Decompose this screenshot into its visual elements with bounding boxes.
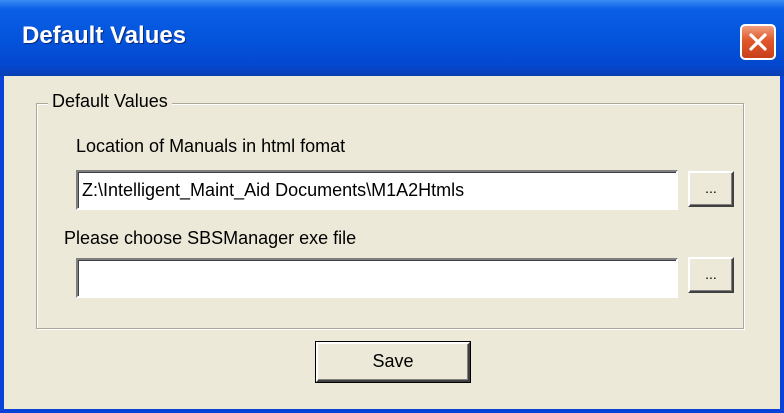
manuals-browse-button[interactable]: ... — [688, 171, 734, 207]
window-title: Default Values — [22, 22, 187, 49]
title-bar[interactable]: Default Values — [0, 0, 784, 76]
manuals-location-label: Location of Manuals in html fomat — [76, 136, 346, 156]
manuals-location-input[interactable] — [76, 170, 678, 210]
close-button[interactable] — [740, 24, 776, 60]
sbsmanager-label: Please choose SBSManager exe file — [64, 228, 357, 248]
close-icon — [749, 33, 767, 51]
sbsmanager-browse-button[interactable]: ... — [688, 257, 734, 293]
save-button[interactable]: Save — [315, 341, 471, 383]
sbsmanager-path-input[interactable] — [76, 258, 678, 298]
groupbox-legend: Default Values — [48, 91, 172, 112]
